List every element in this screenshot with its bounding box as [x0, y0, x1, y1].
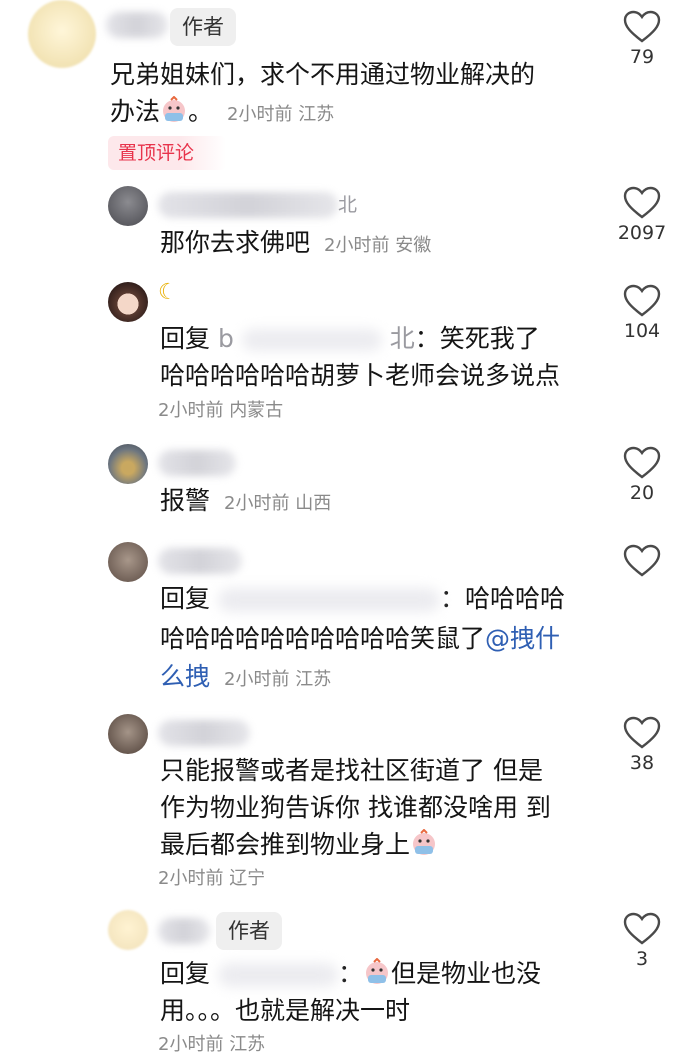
comment-text-line2: 办法。 2小时前 江苏	[110, 96, 335, 126]
username-blurred[interactable]	[158, 192, 338, 218]
comment-location: 江苏	[298, 104, 335, 125]
reply-text-line2: 哈哈哈哈哈哈哈哈哈哈笑鼠了@拽什	[160, 624, 561, 653]
avatar[interactable]	[108, 282, 148, 322]
username-blurred[interactable]	[106, 12, 168, 38]
comment-text: 只能报警或者是找社区街道了 但是	[160, 756, 543, 785]
crying-face-emoji	[163, 96, 186, 122]
reply-text: 回复 ：哈哈哈哈	[160, 584, 565, 613]
heart-icon	[623, 10, 661, 43]
mention-link-continued[interactable]: 么拽	[160, 662, 210, 691]
like-button[interactable]: 38	[612, 716, 672, 774]
like-button[interactable]: 20	[612, 446, 672, 504]
comment-meta: 2小时前 辽宁	[158, 868, 266, 889]
comment-text: 报警 2小时前 山西	[160, 486, 332, 515]
reply-text-line2: 用。。。也就是解决一时	[160, 996, 411, 1025]
like-count: 104	[623, 320, 661, 342]
username-blurred[interactable]	[158, 548, 242, 574]
like-button[interactable]: 79	[612, 10, 672, 68]
heart-icon	[623, 186, 661, 219]
heart-icon	[623, 284, 661, 317]
like-button[interactable]: 104	[612, 284, 672, 342]
comment-text: 那你去求佛吧 2小时前 安徽	[160, 228, 432, 257]
reply-text: 回复 b 北：笑死我了	[160, 324, 540, 353]
author-badge: 作者	[170, 8, 236, 46]
like-button[interactable]	[612, 544, 672, 580]
like-count: 3	[635, 948, 649, 970]
like-count: 20	[629, 482, 655, 504]
reply-text: 回复 ：但是物业也没	[160, 958, 541, 988]
like-count: 2097	[617, 222, 667, 244]
heart-icon	[623, 716, 661, 749]
crying-face-emoji	[365, 958, 388, 984]
reply-target-fragment: b	[217, 324, 234, 353]
comment-time: 2小时前	[227, 104, 293, 125]
avatar[interactable]	[108, 910, 148, 950]
like-button[interactable]: 2097	[612, 186, 672, 244]
reply-text-line2: 哈哈哈哈哈哈胡萝卜老师会说多说点	[160, 361, 561, 390]
heart-icon	[623, 446, 661, 479]
comment-text-line3: 最后都会推到物业身上	[160, 826, 438, 863]
comment-text-line2: 作为物业狗告诉你 找谁都没啥用 到	[160, 793, 551, 822]
avatar[interactable]	[108, 444, 148, 484]
username-visible-fragment: 北	[338, 194, 358, 216]
comment-meta: 2小时前 江苏	[158, 1034, 266, 1055]
mention-link[interactable]: @拽什	[485, 624, 560, 653]
avatar[interactable]	[28, 0, 96, 68]
comment-meta: 2小时前 内蒙古	[158, 400, 284, 421]
reply-target-blurred	[241, 329, 382, 351]
username-blurred[interactable]	[158, 918, 210, 944]
heart-icon	[623, 544, 661, 577]
comment-author-1: 作者 兄弟姐妹们，求个不用通过物业解决的 办法。 2小时前 江苏 79	[0, 0, 690, 180]
reply-target-fragment: 北	[389, 324, 415, 353]
heart-icon	[623, 912, 661, 945]
reply-target-blurred	[217, 588, 440, 612]
crying-face-emoji	[413, 829, 436, 855]
avatar[interactable]	[108, 714, 148, 754]
moon-icon: ☾	[158, 280, 178, 305]
like-count: 38	[629, 752, 655, 774]
comment-text: 兄弟姐妹们，求个不用通过物业解决的	[110, 60, 536, 89]
pinned-label: 置顶评论	[108, 136, 226, 170]
reply-text-line3: 么拽 2小时前 江苏	[160, 662, 332, 691]
like-count: 79	[629, 46, 655, 68]
username-blurred[interactable]	[158, 720, 250, 746]
username-blurred[interactable]	[158, 450, 236, 476]
like-button[interactable]: 3	[612, 912, 672, 970]
reply-target-blurred	[217, 963, 338, 987]
avatar[interactable]	[108, 186, 148, 226]
avatar[interactable]	[108, 542, 148, 582]
author-badge: 作者	[216, 912, 282, 950]
